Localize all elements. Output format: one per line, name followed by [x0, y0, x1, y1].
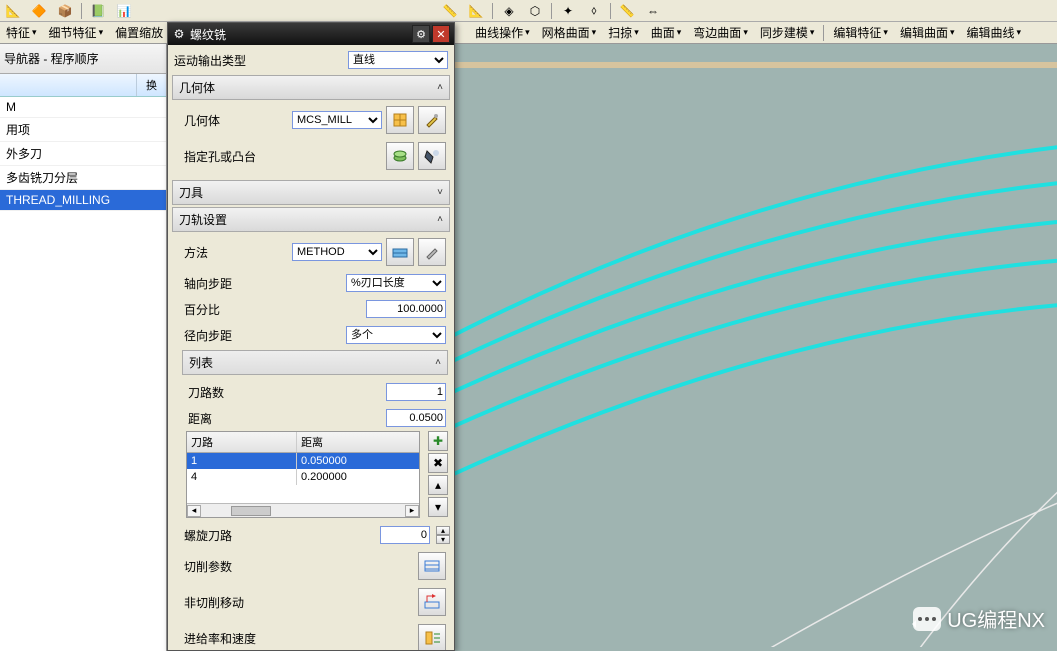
- section-toolpath[interactable]: 刀轨设置 ˄: [172, 207, 450, 232]
- nav-row[interactable]: 用项: [0, 118, 166, 142]
- method-new-button[interactable]: [386, 238, 414, 266]
- toolbar-icon[interactable]: ⇔: [642, 1, 664, 21]
- toolbar-icon[interactable]: ⬡: [524, 1, 546, 21]
- menu-item[interactable]: 细节特征▾: [43, 22, 110, 43]
- list-add-button[interactable]: ✚: [428, 431, 448, 451]
- menu-item[interactable]: 编辑曲面▾: [894, 22, 961, 43]
- chevron-up-icon: ˄: [435, 357, 441, 368]
- col-pass: 刀路: [187, 432, 297, 452]
- toolbar-icon[interactable]: 📐: [2, 1, 24, 21]
- toolbar-icon[interactable]: ⬨: [583, 1, 605, 21]
- geometry-edit-button[interactable]: [418, 106, 446, 134]
- section-geometry[interactable]: 几何体 ˄: [172, 75, 450, 100]
- menu-item[interactable]: 偏置缩放: [109, 22, 169, 43]
- nav-row[interactable]: THREAD_MILLING: [0, 190, 166, 211]
- menu-item[interactable]: 曲线操作▾: [469, 22, 536, 43]
- dialog-title-text: 螺纹铣: [190, 26, 226, 43]
- toolbar-icon[interactable]: 📦: [54, 1, 76, 21]
- menu-item[interactable]: 弯边曲面▾: [687, 22, 754, 43]
- radial-step-select[interactable]: 多个: [346, 326, 446, 344]
- passes-input[interactable]: [386, 383, 446, 401]
- menu-item[interactable]: 特征▾: [0, 22, 43, 43]
- watermark: UG编程NX: [913, 604, 1045, 633]
- method-select[interactable]: METHOD: [292, 243, 382, 261]
- flashlight-button[interactable]: [418, 142, 446, 170]
- radial-step-label: 径向步距: [184, 327, 346, 344]
- method-label: 方法: [184, 244, 292, 261]
- menu-item[interactable]: 编辑曲线▾: [960, 22, 1027, 43]
- col-dist: 距离: [297, 432, 419, 452]
- table-scrollbar[interactable]: ◂▸: [187, 503, 419, 517]
- close-button[interactable]: ✕: [432, 25, 450, 43]
- toolbar-icon[interactable]: 📊: [113, 1, 135, 21]
- specify-holes-button[interactable]: [386, 142, 414, 170]
- pass-list-table[interactable]: 刀路 距离 10.05000040.200000 ◂▸: [186, 431, 420, 518]
- nav-row[interactable]: 外多刀: [0, 142, 166, 166]
- motion-output-label: 运动输出类型: [174, 52, 348, 69]
- list-down-button[interactable]: ▾: [428, 497, 448, 517]
- method-edit-button[interactable]: [418, 238, 446, 266]
- toolbar-icon[interactable]: ◈: [498, 1, 520, 21]
- feedrate-label: 进给率和速度: [184, 630, 414, 647]
- table-row[interactable]: 40.200000: [187, 469, 419, 485]
- passes-label: 刀路数: [188, 384, 386, 401]
- distance-label: 距离: [188, 410, 386, 427]
- toolbar-icon[interactable]: 📏: [439, 1, 461, 21]
- motion-output-select[interactable]: 直线: [348, 51, 448, 69]
- geometry-new-button[interactable]: [386, 106, 414, 134]
- geometry-select[interactable]: MCS_MILL: [292, 111, 382, 129]
- toolbar-icon[interactable]: 📐: [465, 1, 487, 21]
- distance-input[interactable]: [386, 409, 446, 427]
- navigator-title: 导航器 - 程序顺序: [0, 44, 166, 74]
- toolbar-icon[interactable]: ✦: [557, 1, 579, 21]
- helix-label: 螺旋刀路: [184, 527, 380, 544]
- thread-milling-dialog: ⚙ 螺纹铣 ⚙ ✕ 运动输出类型 直线 几何体 ˄ 几何体 MCS_MILL: [167, 22, 455, 651]
- col-change[interactable]: 换: [136, 74, 166, 96]
- operation-navigator: 导航器 - 程序顺序 换 M用项外多刀多齿铣刀分层THREAD_MILLING: [0, 44, 167, 651]
- spin-down[interactable]: ▾: [436, 535, 450, 544]
- menu-item[interactable]: 同步建模▾: [754, 22, 821, 43]
- toolbar-icon[interactable]: 📏: [616, 1, 638, 21]
- settings-button[interactable]: ⚙: [412, 25, 430, 43]
- percent-label: 百分比: [184, 301, 366, 318]
- dialog-titlebar[interactable]: ⚙ 螺纹铣 ⚙ ✕: [168, 23, 454, 45]
- menu-item[interactable]: 扫掠▾: [602, 22, 645, 43]
- top-toolbar: 📐 🔶 📦 📗 📊 📏 📐 ◈ ⬡ ✦ ⬨ 📏 ⇔: [0, 0, 1057, 22]
- nav-row[interactable]: 多齿铣刀分层: [0, 166, 166, 190]
- menu-item[interactable]: 网格曲面▾: [536, 22, 603, 43]
- chevron-down-icon: ˅: [437, 187, 443, 198]
- spin-up[interactable]: ▴: [436, 526, 450, 535]
- section-list[interactable]: 列表 ˄: [182, 350, 448, 375]
- cut-params-button[interactable]: [418, 552, 446, 580]
- section-tool[interactable]: 刀具 ˅: [172, 180, 450, 205]
- menubar: 特征▾ 细节特征▾ 偏置缩放 曲线操作▾ 网格曲面▾ 扫掠▾ 曲面▾ 弯边曲面▾…: [0, 22, 1057, 44]
- helix-input[interactable]: [380, 526, 430, 544]
- menu-item[interactable]: 编辑特征▾: [827, 22, 894, 43]
- chevron-up-icon: ˄: [437, 82, 443, 93]
- feedrate-button[interactable]: [418, 624, 446, 650]
- dialog-icon: ⚙: [170, 25, 188, 43]
- cut-params-label: 切削参数: [184, 558, 414, 575]
- navigator-header: 换: [0, 74, 166, 97]
- toolbar-icon[interactable]: 🔶: [28, 1, 50, 21]
- axial-step-select[interactable]: %刃口长度: [346, 274, 446, 292]
- nav-row[interactable]: M: [0, 97, 166, 118]
- noncut-label: 非切削移动: [184, 594, 414, 611]
- list-remove-button[interactable]: ✖: [428, 453, 448, 473]
- percent-input[interactable]: [366, 300, 446, 318]
- noncut-button[interactable]: [418, 588, 446, 616]
- holes-label: 指定孔或凸台: [184, 148, 382, 165]
- toolbar-icon[interactable]: 📗: [87, 1, 109, 21]
- geometry-label: 几何体: [184, 112, 292, 129]
- axial-step-label: 轴向步距: [184, 275, 346, 292]
- list-up-button[interactable]: ▴: [428, 475, 448, 495]
- menu-item[interactable]: 曲面▾: [645, 22, 688, 43]
- chevron-up-icon: ˄: [437, 214, 443, 225]
- table-row[interactable]: 10.050000: [187, 453, 419, 469]
